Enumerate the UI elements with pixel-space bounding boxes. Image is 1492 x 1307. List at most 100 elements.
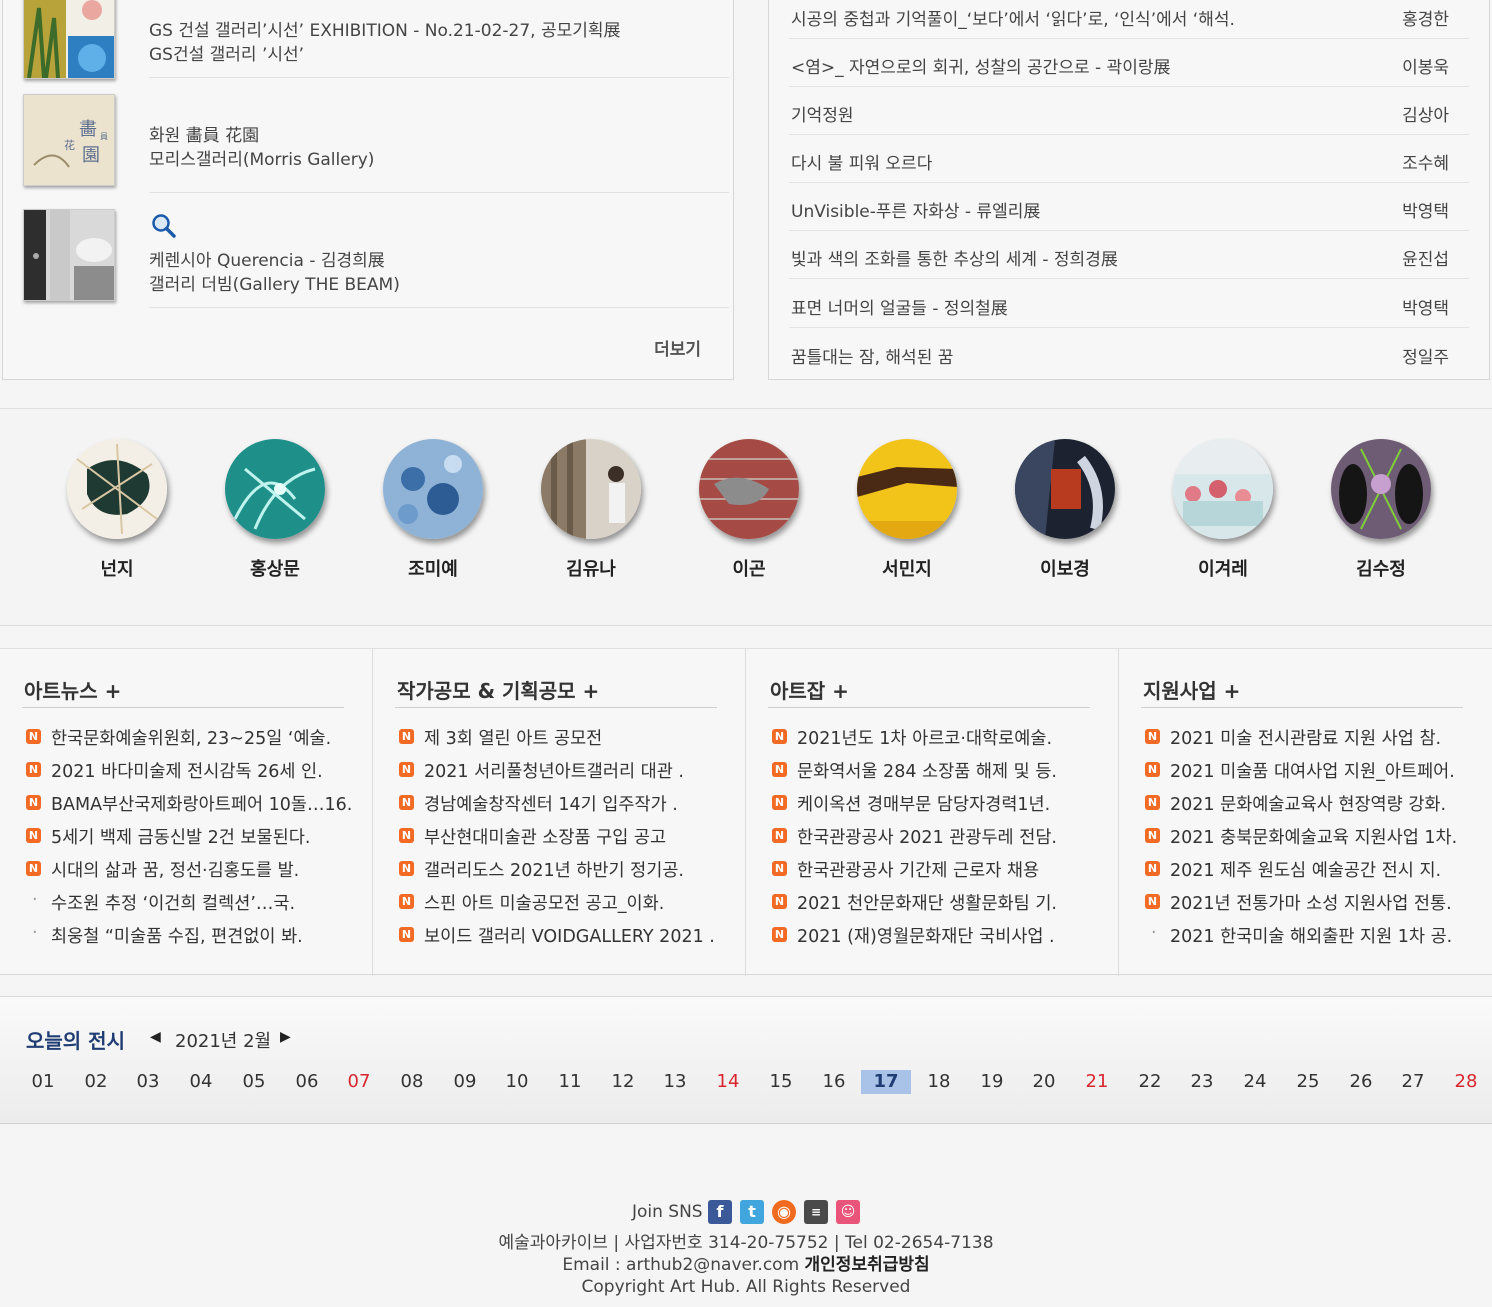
exhibition-thumbnail[interactable]: 畵 園 花 員 [23,94,115,186]
exhibition-item[interactable]: GS 건설 갤러리’시선’ EXHIBITION - No.21-02-27, … [23,0,729,106]
review-row[interactable]: UnVisible-푸른 자화상 - 류엘리展 박영택 [789,183,1469,231]
review-row[interactable]: 빛과 색의 조화를 통한 추상의 세계 - 정희경展 윤진섭 [789,231,1469,279]
next-month-icon[interactable]: ▶ [280,1029,291,1045]
exhibition-item[interactable]: 케렌시아 Querencia - 김경희展 갤러리 더빔(Gallery THE… [23,209,729,324]
artist-thumbnail[interactable] [857,439,957,539]
artist-thumbnail[interactable] [67,439,167,539]
news-column-title[interactable]: 작가공모 & 기획공모 + [397,675,599,704]
review-row[interactable]: 기억정원 김상아 [789,87,1469,135]
news-item[interactable]: N 경남예술창작센터 14기 입주작가 . [399,791,715,824]
calendar-day[interactable]: 05 [229,1070,279,1094]
calendar-day[interactable]: 08 [387,1070,437,1094]
calendar-day[interactable]: 14 [703,1070,753,1094]
exhibition-title[interactable]: 화원 畵員 花園 [149,124,729,148]
news-item[interactable]: N 2021 미술품 대여사업 지원_아트페어. [1145,758,1457,791]
news-item[interactable]: N 2021 바다미술제 전시감독 26세 인. [26,758,352,791]
exhibition-thumbnail[interactable] [23,209,115,301]
review-title[interactable]: 시공의 중첩과 기억풀이_‘보다’에서 ‘읽다’로, ‘인식’에서 ‘해석. [791,5,1235,30]
artist-thumbnail[interactable] [383,439,483,539]
artist-thumbnail[interactable] [1331,439,1431,539]
calendar-day[interactable]: 28 [1441,1070,1491,1094]
news-item[interactable]: N 2021년 전통가마 소성 지원사업 전통. [1145,890,1457,923]
news-item[interactable]: N 2021년도 1차 아르코·대학로예술. [772,725,1057,758]
calendar-day[interactable]: 13 [650,1070,700,1094]
artist-thumbnail[interactable] [1015,439,1115,539]
exhibition-title[interactable]: 케렌시아 Querencia - 김경희展 [149,249,729,273]
news-item[interactable]: · 수조원 추정 ‘이건희 컬렉션’…국. [26,890,352,923]
news-item[interactable]: N 문화역서울 284 소장품 해제 및 등. [772,758,1057,791]
artist-item[interactable]: 이곤 [694,439,804,581]
twitter-icon[interactable]: t [740,1200,765,1224]
artist-name[interactable]: 넌지 [62,555,172,581]
news-item[interactable]: N 5세기 백제 금동신발 2건 보물된다. [26,824,352,857]
artist-name[interactable]: 서민지 [852,555,962,581]
calendar-day[interactable]: 04 [176,1070,226,1094]
calendar-day[interactable]: 27 [1388,1070,1438,1094]
prev-month-icon[interactable]: ◀ [150,1029,161,1045]
news-item[interactable]: N 2021 (재)영월문화재단 국비사업 . [772,923,1057,956]
calendar-day[interactable]: 09 [440,1070,490,1094]
news-item[interactable]: N 2021 미술 전시관람료 지원 사업 참. [1145,725,1457,758]
calendar-day[interactable]: 06 [282,1070,332,1094]
exhibition-item[interactable]: 畵 園 花 員 화원 畵員 花園 모리스갤러리(Morris Gallery) [23,94,729,209]
calendar-day[interactable]: 25 [1283,1070,1333,1094]
review-title[interactable]: 표면 너머의 얼굴들 - 정의철展 [791,294,1008,319]
news-item[interactable]: N 보이드 갤러리 VOIDGALLERY 2021 . [399,923,715,956]
news-item[interactable]: N 2021 문화예술교육사 현장역량 강화. [1145,791,1457,824]
calendar-day[interactable]: 15 [756,1070,806,1094]
news-item[interactable]: N 케이옥션 경매부문 담당자경력1년. [772,791,1057,824]
calendar-day[interactable]: 26 [1336,1070,1386,1094]
review-title[interactable]: UnVisible-푸른 자화상 - 류엘리展 [791,197,1040,222]
artist-item[interactable]: 홍상문 [220,439,330,581]
cyworld-icon[interactable]: ☺ [836,1200,861,1224]
artist-thumbnail[interactable] [225,439,325,539]
artist-name[interactable]: 이겨레 [1168,555,1278,581]
artist-name[interactable]: 이보경 [1010,555,1120,581]
more-button[interactable]: 더보기 [654,335,701,360]
calendar-day[interactable]: 12 [598,1070,648,1094]
news-item[interactable]: N 2021 천안문화재단 생활문화팀 기. [772,890,1057,923]
news-item[interactable]: N 2021 서리풀청년아트갤러리 대관 . [399,758,715,791]
calendar-day[interactable]: 19 [967,1070,1017,1094]
artist-thumbnail[interactable] [699,439,799,539]
news-item[interactable]: N 한국관광공사 기간제 근로자 채용 [772,857,1057,890]
review-title[interactable]: 기억정원 [791,101,854,126]
search-icon[interactable] [151,213,177,245]
facebook-icon[interactable]: f [708,1200,733,1224]
news-column-title[interactable]: 아트잡 + [770,675,849,704]
exhibition-thumbnail[interactable] [23,0,115,79]
review-row[interactable]: 표면 너머의 얼굴들 - 정의철展 박영택 [789,280,1469,328]
review-title[interactable]: <염>_ 자연으로의 회귀, 성찰의 공간으로 - 곽이랑展 [791,53,1170,78]
review-row[interactable]: <염>_ 자연으로의 회귀, 성찰의 공간으로 - 곽이랑展 이봉욱 [789,39,1469,87]
review-row[interactable]: 꿈틀대는 잠, 해석된 꿈 정일주 [789,329,1469,377]
news-item[interactable]: · 2021 한국미술 해외출판 지원 1차 공. [1145,923,1457,956]
calendar-day-selected[interactable]: 17 [861,1070,911,1094]
news-item[interactable]: N BAMA부산국제화랑아트페어 10돌…16. [26,791,352,824]
review-row[interactable]: 다시 불 피워 오르다 조수혜 [789,135,1469,183]
news-item[interactable]: N 갤러리도스 2021년 하반기 정기공. [399,857,715,890]
news-column-title[interactable]: 지원사업 + [1143,675,1240,704]
news-item[interactable]: N 한국관광공사 2021 관광두레 전담. [772,824,1057,857]
me2day-icon[interactable]: ≡ [804,1200,829,1224]
calendar-day[interactable]: 02 [71,1070,121,1094]
artist-item[interactable]: 넌지 [62,439,172,581]
review-title[interactable]: 꿈틀대는 잠, 해석된 꿈 [791,343,953,368]
calendar-day[interactable]: 03 [123,1070,173,1094]
calendar-day[interactable]: 18 [914,1070,964,1094]
artist-item[interactable]: 이겨레 [1168,439,1278,581]
news-column-title[interactable]: 아트뉴스 + [24,675,121,704]
calendar-day[interactable]: 23 [1177,1070,1227,1094]
review-title[interactable]: 빛과 색의 조화를 통한 추상의 세계 - 정희경展 [791,245,1118,270]
calendar-day[interactable]: 16 [809,1070,859,1094]
artist-name[interactable]: 김수정 [1326,555,1436,581]
calendar-day[interactable]: 11 [545,1070,595,1094]
privacy-policy-link[interactable]: 개인정보취급방침 [805,1255,930,1275]
review-row[interactable]: 시공의 중첩과 기억풀이_‘보다’에서 ‘읽다’로, ‘인식’에서 ‘해석. 홍경… [789,0,1469,39]
news-item[interactable]: N 2021 제주 원도심 예술공간 전시 지. [1145,857,1457,890]
news-item[interactable]: N 시대의 삶과 꿈, 정선·김홍도를 발. [26,857,352,890]
artist-item[interactable]: 김수정 [1326,439,1436,581]
news-item[interactable]: N제 3회 열린 아트 공모전 [399,725,715,758]
news-item[interactable]: N 스핀 아트 미술공모전 공고_이화. [399,890,715,923]
calendar-day[interactable]: 01 [18,1070,68,1094]
exhibition-title[interactable]: GS 건설 갤러리’시선’ EXHIBITION - No.21-02-27, … [149,19,729,43]
